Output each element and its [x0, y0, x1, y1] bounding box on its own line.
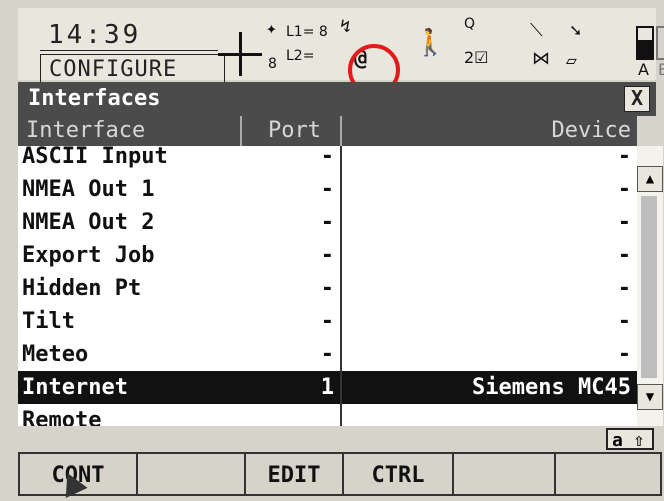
- window-title-bar: Interfaces X: [18, 82, 656, 116]
- memory-card-icon: ▱: [566, 50, 577, 71]
- header-divider: [340, 116, 342, 146]
- table-row-selected[interactable]: Internet 1 Siemens MC45: [18, 371, 637, 404]
- device-value: -: [617, 276, 631, 301]
- port-value: -: [320, 210, 334, 235]
- scrollbar[interactable]: ▲ ▼: [637, 146, 663, 426]
- header-device[interactable]: Device: [552, 116, 631, 146]
- satellite-l2-label: L2=: [286, 48, 315, 64]
- code-count: 2☑: [464, 48, 489, 67]
- interface-name: Tilt: [22, 309, 75, 334]
- input-mode-indicator: a ⇧: [606, 428, 654, 451]
- status-bar: 14:39 CONFIGURE L1= 8 L2= 8 ✦ ↯ @ 🚶 Q 2☑…: [18, 8, 664, 86]
- satellite-icon: ✦: [266, 18, 277, 39]
- battery-b-label: B: [658, 60, 664, 79]
- interface-name: NMEA Out 1: [22, 177, 155, 202]
- table-row[interactable]: Hidden Pt - -: [18, 272, 637, 305]
- table-row[interactable]: Remote: [18, 404, 637, 426]
- port-value: -: [320, 342, 334, 367]
- device-value: Siemens MC45: [472, 375, 631, 400]
- person-walking-icon: 🚶: [414, 28, 447, 58]
- softkey-f5-button[interactable]: [452, 452, 556, 496]
- port-value: -: [320, 177, 334, 202]
- port-value: 1: [320, 375, 334, 400]
- table-row[interactable]: NMEA Out 2 - -: [18, 206, 637, 239]
- interface-name: NMEA Out 2: [22, 210, 155, 235]
- window-title: Interfaces: [28, 86, 161, 111]
- interfaces-table: ASCII Input - - NMEA Out 1 - - NMEA Out …: [18, 116, 637, 426]
- scroll-up-button[interactable]: ▲: [637, 166, 663, 192]
- device-value: -: [617, 243, 631, 268]
- satellite-count: 8: [268, 56, 277, 72]
- softkey-f2-button[interactable]: [136, 452, 246, 496]
- header-interface[interactable]: Interface: [26, 116, 145, 146]
- interface-name: Hidden Pt: [22, 276, 142, 301]
- table-row[interactable]: Export Job - -: [18, 239, 637, 272]
- header-port[interactable]: Port: [268, 116, 321, 146]
- softkey-bar: CONT EDIT CTRL: [18, 452, 664, 498]
- device-value: -: [617, 342, 631, 367]
- table-row[interactable]: Meteo - -: [18, 338, 637, 371]
- device-value: -: [617, 309, 631, 334]
- battery-a-label: A: [638, 60, 649, 79]
- crosshair-icon: [218, 32, 262, 76]
- arrow-icon: ➘: [570, 20, 581, 41]
- signal-icon: ↯: [340, 16, 351, 37]
- scroll-down-button[interactable]: ▼: [637, 384, 663, 410]
- port-value: -: [320, 309, 334, 334]
- ctrl-button[interactable]: CTRL: [342, 452, 454, 496]
- port-value: -: [320, 276, 334, 301]
- device-value: -: [617, 177, 631, 202]
- close-button[interactable]: X: [624, 86, 650, 112]
- satellite-l1-label: L1= 8: [286, 24, 328, 40]
- table-header: Interface Port Device: [18, 116, 637, 146]
- column-divider: [340, 146, 342, 426]
- device-value: -: [617, 210, 631, 235]
- clock: 14:39: [40, 20, 218, 51]
- interface-name: Meteo: [22, 342, 89, 367]
- softkey-f6-button[interactable]: [554, 452, 662, 496]
- table-row[interactable]: NMEA Out 1 - -: [18, 173, 637, 206]
- antenna-icon: ⟍: [530, 20, 543, 41]
- screen: 14:39 CONFIGURE L1= 8 L2= 8 ✦ ↯ @ 🚶 Q 2☑…: [0, 0, 664, 501]
- battery-a-icon: [636, 26, 654, 60]
- port-value: -: [320, 243, 334, 268]
- interface-name: Export Job: [22, 243, 155, 268]
- link-icon: ⋈: [532, 48, 550, 69]
- interface-name: Remote: [22, 408, 102, 426]
- table-body: ASCII Input - - NMEA Out 1 - - NMEA Out …: [18, 140, 637, 426]
- scroll-track[interactable]: [641, 196, 657, 378]
- table-row[interactable]: Tilt - -: [18, 305, 637, 338]
- header-divider: [240, 116, 242, 146]
- edit-button[interactable]: EDIT: [244, 452, 344, 496]
- battery-b-icon: [656, 26, 664, 60]
- interface-name: Internet: [22, 375, 128, 400]
- code-label: Q: [464, 16, 476, 32]
